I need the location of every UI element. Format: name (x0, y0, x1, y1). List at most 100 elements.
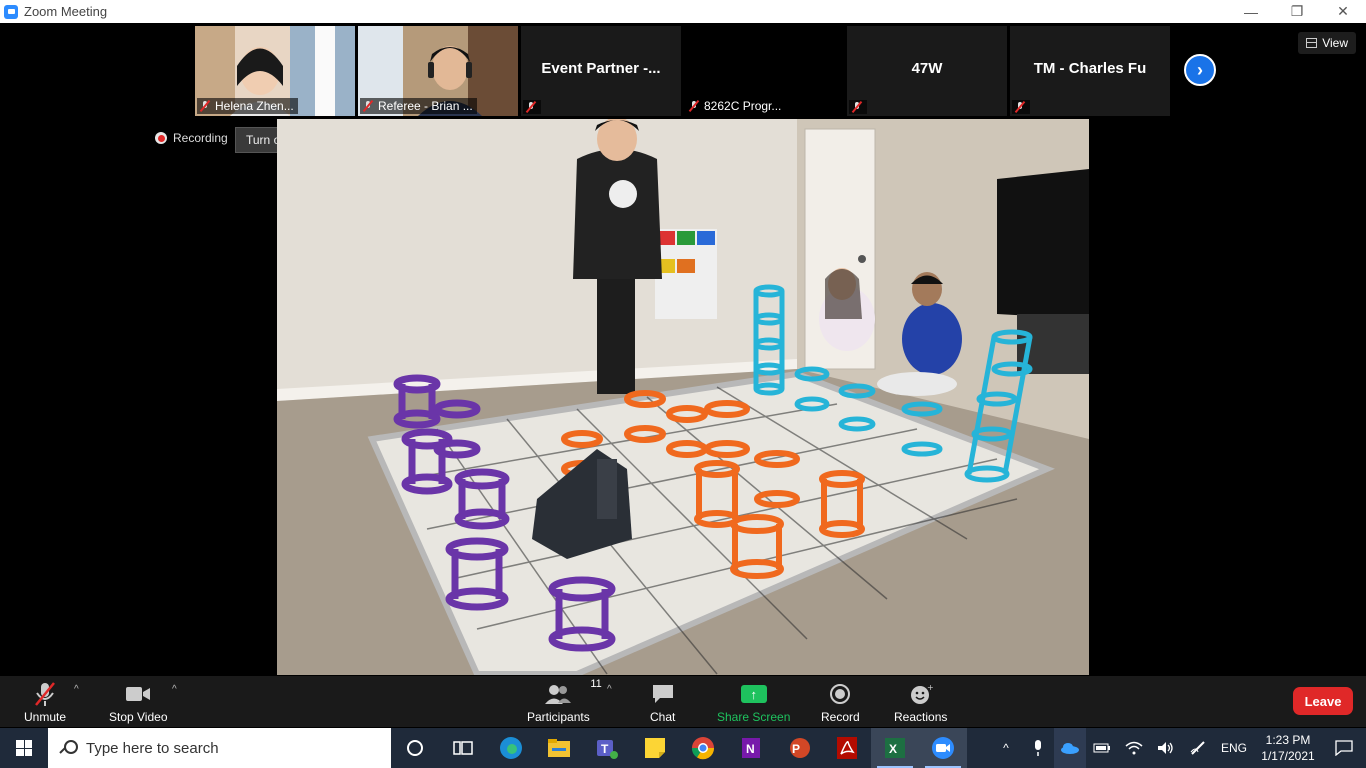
meeting-toolbar: Unmute ^ Stop Video ^ 11 Participants ^ … (0, 676, 1366, 727)
svg-text:N: N (746, 742, 755, 756)
show-hidden-icons-chevron-icon[interactable]: ^ (990, 728, 1022, 768)
restore-button[interactable]: ❐ (1274, 0, 1320, 23)
next-page-button[interactable]: › (1184, 54, 1216, 86)
file-explorer-icon[interactable] (535, 728, 583, 768)
participant-display-name: TM - Charles Fu (1033, 60, 1147, 77)
window-title: Zoom Meeting (24, 4, 108, 19)
participants-button[interactable]: 11 Participants (527, 678, 602, 724)
search-icon (60, 740, 78, 756)
record-icon (829, 680, 851, 708)
svg-text:+: + (927, 683, 933, 692)
microphone-in-use-icon[interactable] (1022, 728, 1054, 768)
start-button[interactable] (0, 728, 48, 768)
participants-label: Participants (527, 710, 590, 724)
muted-mic-icon (851, 101, 863, 113)
participants-icon: 11 (544, 678, 602, 708)
muted-mic-icon (199, 100, 211, 112)
view-grid-icon (1306, 38, 1318, 48)
input-language[interactable]: ENG (1214, 728, 1254, 768)
view-label: View (1322, 36, 1348, 50)
video-options-caret[interactable]: ^ (172, 684, 177, 695)
active-speaker-video (277, 119, 1089, 675)
clock-date: 1/17/2021 (1261, 749, 1315, 763)
participant-tile[interactable]: TM - Charles Fu (1010, 26, 1170, 116)
chevron-right-icon: › (1197, 59, 1203, 80)
participant-mic (849, 100, 867, 114)
recording-label: Recording (173, 131, 228, 145)
svg-text:X: X (889, 742, 897, 756)
stop-video-button[interactable]: Stop Video (109, 680, 168, 724)
wifi-icon[interactable] (1118, 728, 1150, 768)
view-button[interactable]: View (1298, 32, 1356, 54)
participant-name: Referee - Brian ... (360, 98, 477, 114)
participant-tile[interactable]: Referee - Brian ... (358, 26, 518, 116)
chat-label: Chat (650, 710, 676, 724)
participant-tile[interactable]: Helena Zhen... (195, 26, 355, 116)
participant-tile[interactable]: Event Partner -... (521, 26, 681, 116)
task-view-icon[interactable] (439, 728, 487, 768)
participant-tile[interactable]: 47W (847, 26, 1007, 116)
leave-button[interactable]: Leave (1293, 687, 1353, 715)
window-titlebar: Zoom Meeting — ❐ ✕ (0, 0, 1366, 23)
search-placeholder: Type here to search (86, 739, 219, 757)
close-button[interactable]: ✕ (1320, 0, 1366, 23)
battery-icon[interactable] (1086, 728, 1118, 768)
reactions-label: Reactions (894, 710, 948, 724)
excel-icon[interactable]: X (871, 728, 919, 768)
share-screen-label: Share Screen (717, 710, 791, 724)
clock-time: 1:23 PM (1265, 733, 1311, 747)
participants-options-caret[interactable]: ^ (607, 684, 612, 695)
onedrive-icon[interactable] (1054, 728, 1086, 768)
chat-bubble-icon (651, 680, 675, 708)
svg-text:P: P (792, 742, 800, 756)
video-camera-icon (125, 680, 151, 708)
zoom-app-icon (4, 4, 18, 19)
main-video (277, 119, 1089, 675)
taskbar-clock[interactable]: 1:23 PM 1/17/2021 (1254, 732, 1322, 764)
participant-name: 8262C Progr... (686, 98, 786, 114)
stop-video-label: Stop Video (109, 710, 168, 724)
recording-indicator: Recording (155, 131, 228, 145)
cortana-icon[interactable] (391, 728, 439, 768)
participants-count: 11 (590, 678, 602, 690)
windows-taskbar: Type here to search T N P X ^ ENG 1:23 P… (0, 728, 1366, 768)
reaction-emoji-icon: + (909, 680, 933, 708)
participant-mic (523, 100, 541, 114)
pen-workspace-icon[interactable] (1182, 728, 1214, 768)
participant-display-name: Event Partner -... (541, 60, 661, 77)
record-label: Record (821, 710, 860, 724)
record-button[interactable]: Record (821, 680, 860, 724)
audio-options-caret[interactable]: ^ (74, 684, 79, 695)
muted-mic-icon (525, 101, 537, 113)
onenote-icon[interactable]: N (727, 728, 775, 768)
participant-display-name: 47W (911, 60, 943, 77)
recording-icon (155, 132, 167, 144)
zoom-icon[interactable] (919, 728, 967, 768)
chrome-icon[interactable] (679, 728, 727, 768)
sticky-notes-icon[interactable] (631, 728, 679, 768)
svg-text:T: T (601, 742, 609, 756)
taskbar-search-box[interactable]: Type here to search (48, 728, 391, 768)
chat-button[interactable]: Chat (650, 680, 675, 724)
muted-mic-icon (1014, 101, 1026, 113)
minimize-button[interactable]: — (1228, 0, 1274, 23)
muted-mic-icon (362, 100, 374, 112)
unmute-button[interactable]: Unmute (24, 680, 66, 724)
notification-center-icon[interactable] (1322, 728, 1366, 768)
share-screen-button[interactable]: ↑ Share Screen (717, 680, 790, 724)
windows-logo-icon (16, 740, 32, 756)
participant-tile[interactable]: 8262C Progr... (684, 26, 844, 116)
muted-mic-icon (688, 100, 700, 112)
volume-icon[interactable] (1150, 728, 1182, 768)
system-tray: ^ ENG 1:23 PM 1/17/2021 (990, 728, 1366, 768)
share-screen-icon: ↑ (740, 680, 767, 708)
unmute-label: Unmute (24, 710, 67, 724)
powerpoint-icon[interactable]: P (775, 728, 823, 768)
acrobat-icon[interactable] (823, 728, 871, 768)
participant-name: Helena Zhen... (197, 98, 298, 114)
participant-strip: Helena Zhen... Referee - Brian ... Event… (195, 26, 1170, 116)
teams-icon[interactable]: T (583, 728, 631, 768)
reactions-button[interactable]: + Reactions (894, 680, 947, 724)
edge-icon[interactable] (487, 728, 535, 768)
meeting-area: Helena Zhen... Referee - Brian ... Event… (0, 23, 1366, 727)
